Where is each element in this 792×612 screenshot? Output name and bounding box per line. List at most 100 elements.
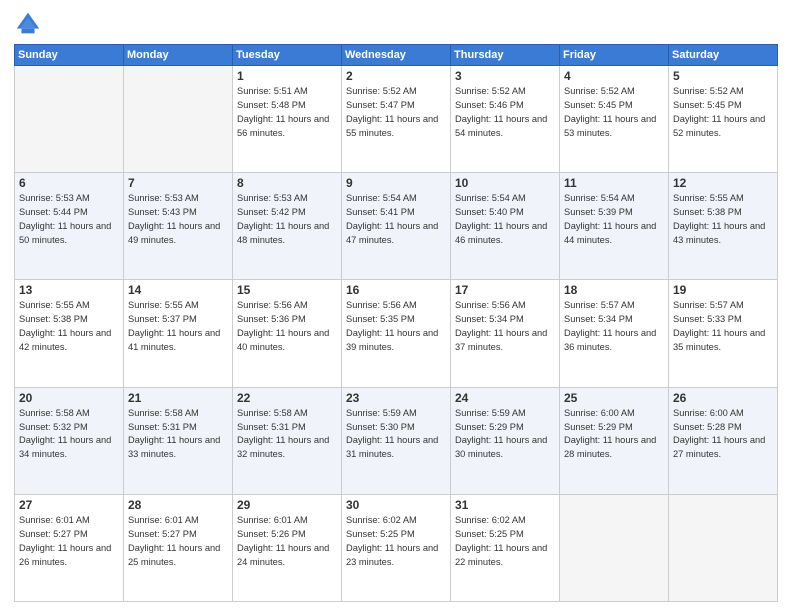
sunrise: Sunrise: 5:52 AM [673, 86, 744, 96]
calendar-cell: 21 Sunrise: 5:58 AM Sunset: 5:31 PM Dayl… [124, 387, 233, 494]
calendar-cell [124, 66, 233, 173]
day-info: Sunrise: 5:52 AM Sunset: 5:45 PM Dayligh… [564, 85, 664, 141]
day-info: Sunrise: 5:58 AM Sunset: 5:31 PM Dayligh… [237, 407, 337, 463]
daylight: Daylight: 11 hours and 26 minutes. [19, 543, 111, 567]
sunrise: Sunrise: 6:02 AM [455, 515, 526, 525]
daylight: Daylight: 11 hours and 48 minutes. [237, 221, 329, 245]
day-number: 31 [455, 498, 555, 512]
sunset: Sunset: 5:42 PM [237, 207, 306, 217]
daylight: Daylight: 11 hours and 28 minutes. [564, 435, 656, 459]
daylight: Daylight: 11 hours and 33 minutes. [128, 435, 220, 459]
calendar-cell: 5 Sunrise: 5:52 AM Sunset: 5:45 PM Dayli… [669, 66, 778, 173]
day-info: Sunrise: 5:52 AM Sunset: 5:47 PM Dayligh… [346, 85, 446, 141]
sunrise: Sunrise: 5:54 AM [346, 193, 417, 203]
logo-icon [14, 10, 42, 38]
calendar-cell: 2 Sunrise: 5:52 AM Sunset: 5:47 PM Dayli… [342, 66, 451, 173]
calendar-week-row: 20 Sunrise: 5:58 AM Sunset: 5:32 PM Dayl… [15, 387, 778, 494]
day-info: Sunrise: 5:54 AM Sunset: 5:39 PM Dayligh… [564, 192, 664, 248]
day-info: Sunrise: 5:58 AM Sunset: 5:32 PM Dayligh… [19, 407, 119, 463]
calendar-cell: 13 Sunrise: 5:55 AM Sunset: 5:38 PM Dayl… [15, 280, 124, 387]
daylight: Daylight: 11 hours and 23 minutes. [346, 543, 438, 567]
day-number: 23 [346, 391, 446, 405]
calendar-week-row: 13 Sunrise: 5:55 AM Sunset: 5:38 PM Dayl… [15, 280, 778, 387]
sunset: Sunset: 5:45 PM [564, 100, 633, 110]
day-number: 7 [128, 176, 228, 190]
day-number: 8 [237, 176, 337, 190]
daylight: Daylight: 11 hours and 52 minutes. [673, 114, 765, 138]
day-info: Sunrise: 5:57 AM Sunset: 5:33 PM Dayligh… [673, 299, 773, 355]
day-number: 3 [455, 69, 555, 83]
sunset: Sunset: 5:36 PM [237, 314, 306, 324]
day-info: Sunrise: 5:52 AM Sunset: 5:46 PM Dayligh… [455, 85, 555, 141]
day-number: 11 [564, 176, 664, 190]
sunrise: Sunrise: 5:57 AM [564, 300, 635, 310]
day-info: Sunrise: 5:53 AM Sunset: 5:44 PM Dayligh… [19, 192, 119, 248]
sunset: Sunset: 5:46 PM [455, 100, 524, 110]
sunrise: Sunrise: 5:53 AM [237, 193, 308, 203]
daylight: Daylight: 11 hours and 22 minutes. [455, 543, 547, 567]
daylight: Daylight: 11 hours and 42 minutes. [19, 328, 111, 352]
sunset: Sunset: 5:25 PM [346, 529, 415, 539]
day-number: 12 [673, 176, 773, 190]
sunset: Sunset: 5:37 PM [128, 314, 197, 324]
daylight: Daylight: 11 hours and 37 minutes. [455, 328, 547, 352]
day-number: 2 [346, 69, 446, 83]
calendar-week-row: 1 Sunrise: 5:51 AM Sunset: 5:48 PM Dayli… [15, 66, 778, 173]
calendar-cell [560, 494, 669, 601]
calendar-cell [15, 66, 124, 173]
day-info: Sunrise: 5:55 AM Sunset: 5:37 PM Dayligh… [128, 299, 228, 355]
daylight: Daylight: 11 hours and 53 minutes. [564, 114, 656, 138]
sunset: Sunset: 5:30 PM [346, 422, 415, 432]
calendar-cell: 31 Sunrise: 6:02 AM Sunset: 5:25 PM Dayl… [451, 494, 560, 601]
sunrise: Sunrise: 5:53 AM [19, 193, 90, 203]
day-number: 4 [564, 69, 664, 83]
sunset: Sunset: 5:35 PM [346, 314, 415, 324]
calendar-cell: 27 Sunrise: 6:01 AM Sunset: 5:27 PM Dayl… [15, 494, 124, 601]
calendar-cell [669, 494, 778, 601]
sunrise: Sunrise: 5:59 AM [346, 408, 417, 418]
day-info: Sunrise: 5:56 AM Sunset: 5:35 PM Dayligh… [346, 299, 446, 355]
header [14, 10, 778, 38]
day-number: 28 [128, 498, 228, 512]
sunrise: Sunrise: 5:52 AM [564, 86, 635, 96]
day-info: Sunrise: 5:54 AM Sunset: 5:40 PM Dayligh… [455, 192, 555, 248]
day-info: Sunrise: 5:56 AM Sunset: 5:36 PM Dayligh… [237, 299, 337, 355]
sunset: Sunset: 5:41 PM [346, 207, 415, 217]
calendar-cell: 18 Sunrise: 5:57 AM Sunset: 5:34 PM Dayl… [560, 280, 669, 387]
sunset: Sunset: 5:32 PM [19, 422, 88, 432]
daylight: Daylight: 11 hours and 41 minutes. [128, 328, 220, 352]
sunset: Sunset: 5:45 PM [673, 100, 742, 110]
calendar-cell: 22 Sunrise: 5:58 AM Sunset: 5:31 PM Dayl… [233, 387, 342, 494]
sunrise: Sunrise: 5:54 AM [564, 193, 635, 203]
sunrise: Sunrise: 6:01 AM [19, 515, 90, 525]
daylight: Daylight: 11 hours and 56 minutes. [237, 114, 329, 138]
sunset: Sunset: 5:44 PM [19, 207, 88, 217]
sunrise: Sunrise: 5:53 AM [128, 193, 199, 203]
day-number: 21 [128, 391, 228, 405]
daylight: Daylight: 11 hours and 31 minutes. [346, 435, 438, 459]
calendar-cell: 6 Sunrise: 5:53 AM Sunset: 5:44 PM Dayli… [15, 173, 124, 280]
calendar-cell: 20 Sunrise: 5:58 AM Sunset: 5:32 PM Dayl… [15, 387, 124, 494]
calendar-cell: 1 Sunrise: 5:51 AM Sunset: 5:48 PM Dayli… [233, 66, 342, 173]
day-info: Sunrise: 5:54 AM Sunset: 5:41 PM Dayligh… [346, 192, 446, 248]
calendar-cell: 7 Sunrise: 5:53 AM Sunset: 5:43 PM Dayli… [124, 173, 233, 280]
daylight: Daylight: 11 hours and 46 minutes. [455, 221, 547, 245]
sunrise: Sunrise: 6:00 AM [673, 408, 744, 418]
day-number: 29 [237, 498, 337, 512]
day-number: 19 [673, 283, 773, 297]
sunrise: Sunrise: 5:59 AM [455, 408, 526, 418]
day-info: Sunrise: 6:01 AM Sunset: 5:26 PM Dayligh… [237, 514, 337, 570]
sunset: Sunset: 5:48 PM [237, 100, 306, 110]
day-number: 22 [237, 391, 337, 405]
day-number: 16 [346, 283, 446, 297]
day-number: 20 [19, 391, 119, 405]
day-info: Sunrise: 6:01 AM Sunset: 5:27 PM Dayligh… [19, 514, 119, 570]
calendar-header-wednesday: Wednesday [342, 45, 451, 66]
page-container: SundayMondayTuesdayWednesdayThursdayFrid… [0, 0, 792, 612]
daylight: Daylight: 11 hours and 27 minutes. [673, 435, 765, 459]
sunset: Sunset: 5:43 PM [128, 207, 197, 217]
day-number: 10 [455, 176, 555, 190]
daylight: Daylight: 11 hours and 43 minutes. [673, 221, 765, 245]
day-number: 1 [237, 69, 337, 83]
calendar-header-tuesday: Tuesday [233, 45, 342, 66]
